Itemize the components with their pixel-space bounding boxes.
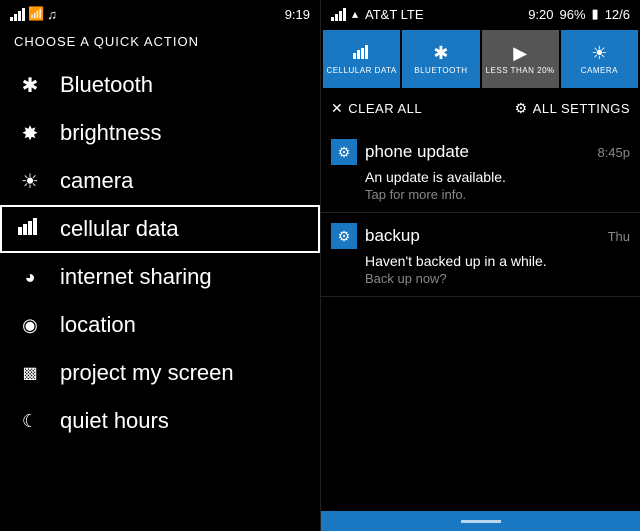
notif-time-phone-update: 8:45p xyxy=(597,145,630,160)
quiet-hours-icon: ☾ xyxy=(16,411,44,432)
camera-icon: ☀ xyxy=(16,169,44,194)
menu-item-location[interactable]: ◉ location xyxy=(0,301,320,349)
location-icon: ◉ xyxy=(16,315,44,336)
tile-battery-saver[interactable]: ▶ LESS THAN 20% xyxy=(482,30,559,88)
right-status-bar: ▴ AT&T LTE 9:20 96% ▮ 12/6 xyxy=(321,0,640,26)
tile-bluetooth-label: BLUETOOTH xyxy=(414,67,467,76)
left-status-icons: 📶 ♫ xyxy=(10,6,57,22)
right-signal-bars-icon xyxy=(331,7,346,21)
notif-sub-backup: Back up now? xyxy=(331,271,630,286)
tile-cellular-data[interactable]: CELLULAR DATA xyxy=(323,30,400,88)
battery-icon: ▮ xyxy=(592,6,599,22)
left-status-bar: 📶 ♫ 9:19 xyxy=(0,0,320,26)
quick-tiles: CELLULAR DATA ✱ BLUETOOTH ▶ LESS THAN 20… xyxy=(321,26,640,92)
menu-item-cellular-data[interactable]: cellular data xyxy=(0,205,320,253)
menu-item-internet-sharing[interactable]: ◕ internet sharing xyxy=(0,253,320,301)
menu-item-quiet-hours[interactable]: ☾ quiet hours xyxy=(0,397,320,445)
tile-camera-icon: ☀ xyxy=(591,43,607,64)
all-settings-button[interactable]: ⚙ ALL SETTINGS xyxy=(515,100,630,117)
battery-level: 96% xyxy=(560,7,586,22)
menu-label-location: location xyxy=(60,312,136,338)
date-text: 12/6 xyxy=(605,7,630,22)
menu-item-project-screen[interactable]: ▩ project my screen xyxy=(0,349,320,397)
clear-all-label: CLEAR ALL xyxy=(348,101,422,116)
wifi-right-icon: ▴ xyxy=(352,7,358,21)
signal-bars-icon xyxy=(10,7,25,21)
notif-header-backup: ⚙ backup Thu xyxy=(331,223,630,249)
menu-label-project: project my screen xyxy=(60,360,234,386)
menu-item-brightness[interactable]: ✸ brightness xyxy=(0,109,320,157)
tile-battery-icon: ▶ xyxy=(513,43,527,64)
notif-time-backup: Thu xyxy=(608,229,630,244)
right-panel: ▴ AT&T LTE 9:20 96% ▮ 12/6 CELLULAR DATA xyxy=(320,0,640,531)
wifi-icon: 📶 xyxy=(28,6,44,22)
menu-label-brightness: brightness xyxy=(60,120,162,146)
notif-sub-phone-update: Tap for more info. xyxy=(331,187,630,202)
left-panel: 📶 ♫ 9:19 CHOOSE A QUICK ACTION ✱ Bluetoo… xyxy=(0,0,320,531)
tile-battery-label: LESS THAN 20% xyxy=(486,67,555,76)
left-panel-title: CHOOSE A QUICK ACTION xyxy=(0,26,320,61)
notif-app-name-backup: backup xyxy=(365,226,600,246)
carrier-text: AT&T LTE xyxy=(365,7,424,22)
all-settings-label: ALL SETTINGS xyxy=(533,101,630,116)
internet-sharing-icon: ◕ xyxy=(16,267,44,288)
bottom-indicator xyxy=(461,520,501,523)
notif-phone-update-icon: ⚙ xyxy=(331,139,357,165)
right-status-left: ▴ AT&T LTE xyxy=(331,7,424,22)
notif-backup-icon: ⚙ xyxy=(331,223,357,249)
left-time: 9:19 xyxy=(285,7,310,22)
notif-message-backup: Haven't backed up in a while. xyxy=(331,253,630,269)
right-bottom-bar xyxy=(321,511,640,531)
tile-cellular-icon xyxy=(353,43,371,64)
tile-cellular-label: CELLULAR DATA xyxy=(327,67,397,76)
quick-action-list: ✱ Bluetooth ✸ brightness ☀ camera cellul… xyxy=(0,61,320,531)
menu-label-camera: camera xyxy=(60,168,133,194)
menu-label-internet-sharing: internet sharing xyxy=(60,264,212,290)
sound-icon: ♫ xyxy=(47,7,57,22)
notification-phone-update[interactable]: ⚙ phone update 8:45p An update is availa… xyxy=(321,129,640,213)
cellular-data-icon xyxy=(16,217,44,241)
menu-item-bluetooth[interactable]: ✱ Bluetooth xyxy=(0,61,320,109)
menu-label-cellular: cellular data xyxy=(60,216,179,242)
settings-icon: ⚙ xyxy=(515,100,528,117)
clear-all-button[interactable]: ✕ CLEAR ALL xyxy=(331,100,422,117)
action-bar: ✕ CLEAR ALL ⚙ ALL SETTINGS xyxy=(321,92,640,125)
notif-app-name-phone-update: phone update xyxy=(365,142,589,162)
tile-bluetooth[interactable]: ✱ BLUETOOTH xyxy=(402,30,479,88)
notif-message-phone-update: An update is available. xyxy=(331,169,630,185)
clear-all-icon: ✕ xyxy=(331,100,343,117)
notification-backup[interactable]: ⚙ backup Thu Haven't backed up in a whil… xyxy=(321,213,640,297)
notif-header-phone-update: ⚙ phone update 8:45p xyxy=(331,139,630,165)
menu-label-bluetooth: Bluetooth xyxy=(60,72,153,98)
project-screen-icon: ▩ xyxy=(16,363,44,383)
tile-bluetooth-icon: ✱ xyxy=(433,43,448,64)
notifications-list: ⚙ phone update 8:45p An update is availa… xyxy=(321,125,640,511)
tile-camera-label: CAMERA xyxy=(581,67,618,76)
menu-item-camera[interactable]: ☀ camera xyxy=(0,157,320,205)
menu-label-quiet: quiet hours xyxy=(60,408,169,434)
bluetooth-icon: ✱ xyxy=(16,73,44,98)
tile-camera[interactable]: ☀ CAMERA xyxy=(561,30,638,88)
right-time: 9:20 xyxy=(528,7,553,22)
brightness-icon: ✸ xyxy=(16,121,44,146)
right-status-right: 9:20 96% ▮ 12/6 xyxy=(528,6,630,22)
